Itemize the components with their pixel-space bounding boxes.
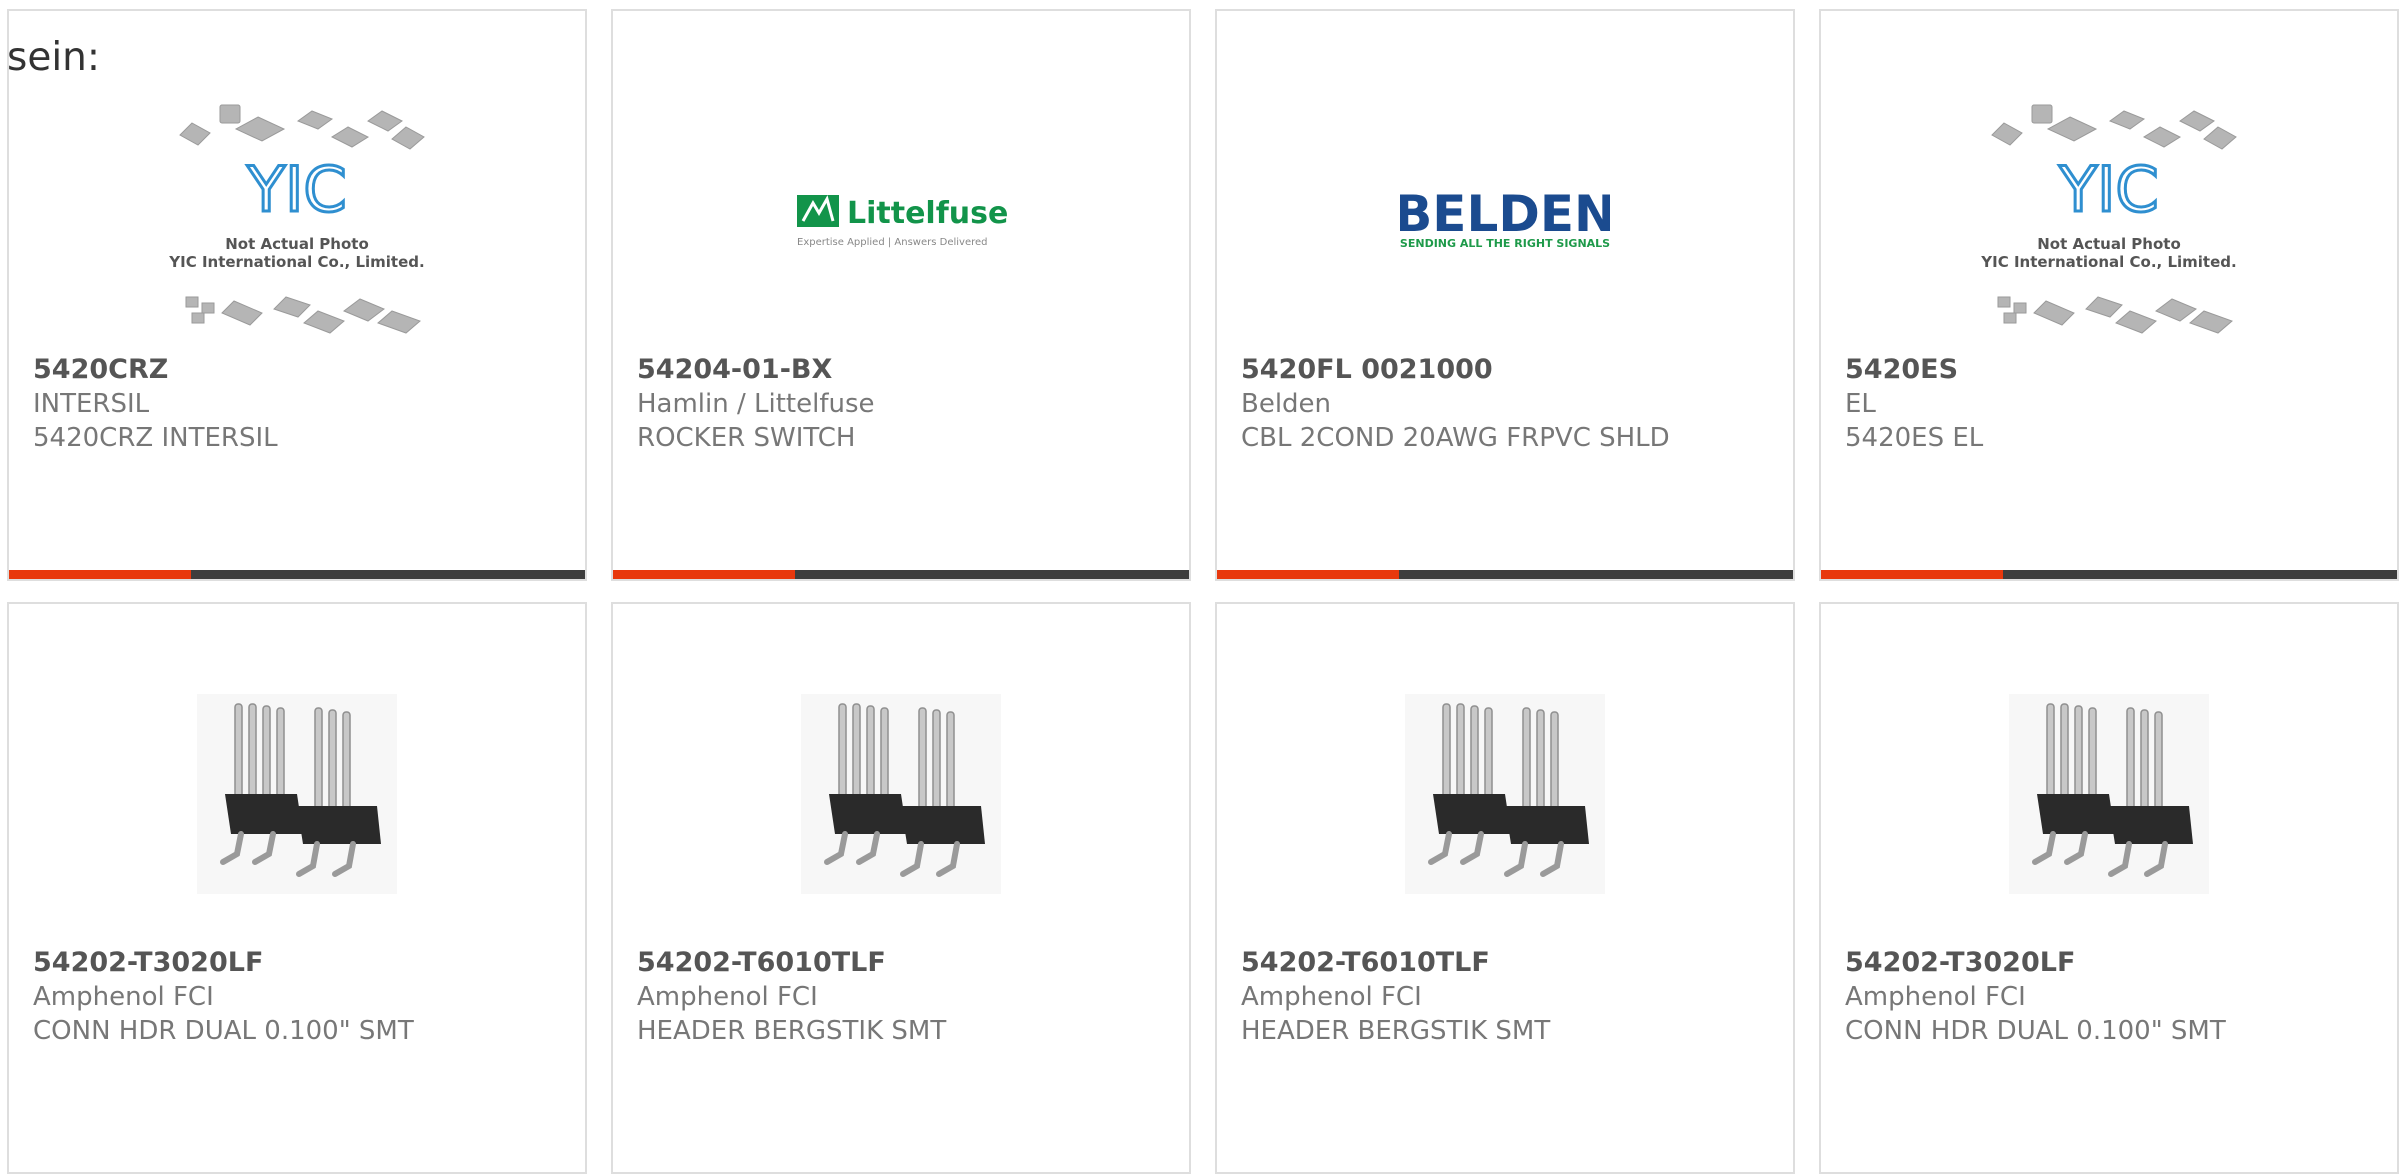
part-number[interactable]: 54202-T3020LF <box>33 946 565 980</box>
svg-text:SENDING ALL THE RIGHT SIGNALS: SENDING ALL THE RIGHT SIGNALS <box>1400 237 1610 250</box>
not-actual-photo-image: YIC Not Actual Photo YIC International C… <box>1980 104 2237 334</box>
pin-header-image <box>801 694 1001 894</box>
product-image[interactable]: YIC Not Actual Photo YIC International C… <box>1821 91 2397 351</box>
card-footer-accent <box>1217 570 1399 579</box>
svg-text:Littelfuse: Littelfuse <box>847 196 1008 231</box>
description: CBL 2COND 20AWG FRPVC SHLD <box>1241 423 1670 453</box>
part-number[interactable]: 54202-T3020LF <box>1845 946 2377 980</box>
product-image[interactable]: YIC Not Actual Photo YIC International C… <box>9 91 585 351</box>
part-number[interactable]: 5420FL 0021000 <box>1241 353 1773 387</box>
part-number[interactable]: 5420ES <box>1845 353 2377 387</box>
product-card[interactable]: YIC Not Actual Photo YIC International C… <box>1819 9 2399 581</box>
svg-text:Expertise Applied | Answers De: Expertise Applied | Answers Delivered <box>797 237 988 248</box>
product-card[interactable]: Littelfuse Expertise Applied | Answers D… <box>611 9 1191 581</box>
card-footer-accent <box>9 570 191 579</box>
manufacturer: Amphenol FCI <box>1241 982 1422 1012</box>
product-info: 54202-T6010TLF Amphenol FCI HEADER BERGS… <box>1241 946 1773 1048</box>
product-grid: YIC Not Actual Photo YIC International C… <box>7 9 2400 1174</box>
product-card[interactable]: 54202-T3020LF Amphenol FCI CONN HDR DUAL… <box>7 602 587 1174</box>
svg-text:BELDEN: BELDEN <box>1400 185 1610 243</box>
description: HEADER BERGSTIK SMT <box>1241 1016 1551 1046</box>
manufacturer: Belden <box>1241 389 1332 419</box>
card-footer-accent <box>613 570 795 579</box>
product-card[interactable]: 54202-T6010TLF Amphenol FCI HEADER BERGS… <box>611 602 1191 1174</box>
description: ROCKER SWITCH <box>637 423 856 453</box>
description: 5420CRZ INTERSIL <box>33 423 278 453</box>
manufacturer: Hamlin / Littelfuse <box>637 389 875 419</box>
svg-text:YIC International Co., Limited: YIC International Co., Limited. <box>1980 253 2236 271</box>
part-number[interactable]: 54204-01-BX <box>637 353 1169 387</box>
product-image[interactable] <box>1217 664 1793 924</box>
svg-text:YIC: YIC <box>2058 153 2158 226</box>
littelfuse-logo: Littelfuse Expertise Applied | Answers D… <box>797 195 1008 248</box>
manufacturer: Amphenol FCI <box>33 982 214 1012</box>
pin-header-image <box>197 694 397 894</box>
card-footer-accent <box>1821 570 2003 579</box>
product-card[interactable]: BELDEN SENDING ALL THE RIGHT SIGNALS 542… <box>1215 9 1795 581</box>
product-info: 54204-01-BX Hamlin / Littelfuse ROCKER S… <box>637 353 1169 455</box>
part-number[interactable]: 5420CRZ <box>33 353 565 387</box>
not-actual-photo-image: YIC Not Actual Photo YIC International C… <box>168 104 425 334</box>
manufacturer: EL <box>1845 389 1876 419</box>
pin-header-image <box>2009 694 2209 894</box>
product-info: 5420ES EL 5420ES EL <box>1845 353 2377 455</box>
manufacturer: Amphenol FCI <box>637 982 818 1012</box>
card-footer-bar <box>1217 570 1793 579</box>
card-footer-bar <box>1821 570 2397 579</box>
description: CONN HDR DUAL 0.100" SMT <box>33 1016 414 1046</box>
card-footer-bar <box>9 570 585 579</box>
product-card[interactable]: YIC Not Actual Photo YIC International C… <box>7 9 587 581</box>
product-image[interactable] <box>613 664 1189 924</box>
belden-logo: BELDEN SENDING ALL THE RIGHT SIGNALS <box>1400 185 1610 250</box>
svg-text:Not Actual Photo: Not Actual Photo <box>225 235 369 253</box>
product-image[interactable] <box>1821 664 2397 924</box>
part-number[interactable]: 54202-T6010TLF <box>1241 946 1773 980</box>
product-card[interactable]: 54202-T3020LF Amphenol FCI CONN HDR DUAL… <box>1819 602 2399 1174</box>
card-footer-bar <box>613 570 1189 579</box>
manufacturer: Amphenol FCI <box>1845 982 2026 1012</box>
product-info: 5420CRZ INTERSIL 5420CRZ INTERSIL <box>33 353 565 455</box>
svg-text:Not Actual Photo: Not Actual Photo <box>2037 235 2181 253</box>
part-number[interactable]: 54202-T6010TLF <box>637 946 1169 980</box>
description: HEADER BERGSTIK SMT <box>637 1016 947 1046</box>
product-info: 5420FL 0021000 Belden CBL 2COND 20AWG FR… <box>1241 353 1773 455</box>
intro-text: sein: <box>7 35 101 80</box>
product-image[interactable]: Littelfuse Expertise Applied | Answers D… <box>613 91 1189 351</box>
description: CONN HDR DUAL 0.100" SMT <box>1845 1016 2226 1046</box>
product-card[interactable]: 54202-T6010TLF Amphenol FCI HEADER BERGS… <box>1215 602 1795 1174</box>
description: 5420ES EL <box>1845 423 1984 453</box>
svg-text:YIC International Co., Limited: YIC International Co., Limited. <box>168 253 424 271</box>
product-info: 54202-T3020LF Amphenol FCI CONN HDR DUAL… <box>33 946 565 1048</box>
product-info: 54202-T3020LF Amphenol FCI CONN HDR DUAL… <box>1845 946 2377 1048</box>
manufacturer: INTERSIL <box>33 389 150 419</box>
product-image[interactable]: BELDEN SENDING ALL THE RIGHT SIGNALS <box>1217 91 1793 351</box>
svg-text:YIC: YIC <box>246 153 346 226</box>
product-info: 54202-T6010TLF Amphenol FCI HEADER BERGS… <box>637 946 1169 1048</box>
product-image[interactable] <box>9 664 585 924</box>
pin-header-image <box>1405 694 1605 894</box>
